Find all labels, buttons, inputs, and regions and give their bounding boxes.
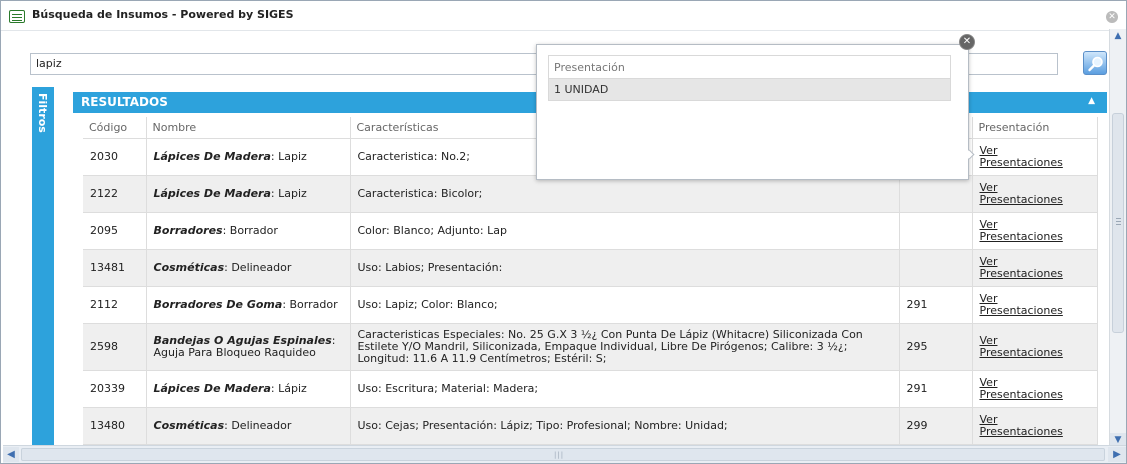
name-text: Lapiz bbox=[278, 149, 307, 163]
number-cell: 299 bbox=[899, 407, 973, 445]
scroll-right-icon[interactable]: ▶ bbox=[1108, 447, 1126, 462]
name-text: Lápiz bbox=[278, 381, 307, 395]
category-text: Cosméticas bbox=[153, 260, 225, 274]
title-bar: Búsqueda de Insumos - Powered by SIGES ✕ bbox=[1, 1, 1126, 31]
horizontal-scrollbar[interactable]: ◀ ||| ▶ bbox=[3, 445, 1126, 463]
window-title: Búsqueda de Insumos - Powered by SIGES bbox=[32, 8, 294, 21]
view-presentations-link[interactable]: Ver Presentaciones bbox=[980, 255, 1063, 280]
chevron-up-icon[interactable]: ▲ bbox=[1088, 96, 1095, 106]
filters-tab[interactable]: Filtros bbox=[32, 87, 54, 445]
table-row[interactable]: 2095 Borradores: Borrador Color: Blanco;… bbox=[83, 212, 1098, 250]
scroll-left-icon[interactable]: ◀ bbox=[3, 447, 19, 462]
category-text: Lápices De Madera bbox=[153, 381, 271, 395]
view-presentations-link[interactable]: Ver Presentaciones bbox=[980, 218, 1063, 243]
presentation-cell: Ver Presentaciones bbox=[972, 212, 1098, 250]
window-icon bbox=[9, 10, 25, 23]
presentation-cell: Ver Presentaciones bbox=[972, 138, 1098, 176]
table-row[interactable]: 13480 Cosméticas: Delineador Uso: Cejas;… bbox=[83, 407, 1098, 445]
window-close-icon[interactable]: ✕ bbox=[1106, 11, 1118, 23]
magnifier-icon bbox=[1088, 56, 1103, 72]
name-text: Delineador bbox=[231, 260, 292, 274]
number-cell bbox=[899, 175, 973, 213]
number-cell: 291 bbox=[899, 370, 973, 408]
characteristics-cell: Uso: Escritura; Material: Madera; bbox=[350, 370, 900, 408]
code-cell: 13481 bbox=[83, 249, 147, 287]
horizontal-scroll-thumb[interactable]: ||| bbox=[21, 448, 1105, 461]
name-text: Lapiz bbox=[278, 186, 307, 200]
view-presentations-link[interactable]: Ver Presentaciones bbox=[980, 376, 1063, 401]
code-cell: 2122 bbox=[83, 175, 147, 213]
view-presentations-link[interactable]: Ver Presentaciones bbox=[980, 413, 1063, 438]
number-cell: 295 bbox=[899, 323, 973, 371]
popup-row[interactable]: 1 UNIDAD bbox=[548, 78, 951, 101]
name-text: Delineador bbox=[231, 418, 292, 432]
name-cell: Lápices De Madera: Lapiz bbox=[146, 175, 351, 213]
category-text: Borradores bbox=[153, 223, 223, 237]
presentation-value: 1 UNIDAD bbox=[548, 78, 951, 101]
search-button[interactable] bbox=[1083, 51, 1107, 75]
code-cell: 2112 bbox=[83, 286, 147, 324]
column-header[interactable]: Nombre bbox=[146, 117, 351, 139]
category-text: Cosméticas bbox=[153, 418, 225, 432]
characteristics-cell: Uso: Lapiz; Color: Blanco; bbox=[350, 286, 900, 324]
category-text: Lápices De Madera bbox=[153, 149, 271, 163]
characteristics-cell: Caracteristica: Bicolor; bbox=[350, 175, 900, 213]
name-text: Borrador bbox=[229, 223, 278, 237]
characteristics-cell: Caracteristicas Especiales: No. 25 G.X 3… bbox=[350, 323, 900, 371]
table-row[interactable]: 2122 Lápices De Madera: Lapiz Caracteris… bbox=[83, 175, 1098, 213]
view-presentations-link[interactable]: Ver Presentaciones bbox=[980, 292, 1063, 317]
code-cell: 20339 bbox=[83, 370, 147, 408]
presentation-cell: Ver Presentaciones bbox=[972, 175, 1098, 213]
results-title: RESULTADOS bbox=[81, 95, 168, 109]
column-header[interactable]: Código bbox=[83, 117, 147, 139]
presentation-cell: Ver Presentaciones bbox=[972, 370, 1098, 408]
characteristics-cell: Uso: Cejas; Presentación: Lápiz; Tipo: P… bbox=[350, 407, 900, 445]
scroll-up-icon[interactable]: ▲ bbox=[1110, 29, 1126, 43]
characteristics-cell: Uso: Labios; Presentación: bbox=[350, 249, 900, 287]
filters-label: Filtros bbox=[36, 93, 49, 133]
name-text: Aguja Para Bloqueo Raquideo bbox=[153, 345, 316, 359]
number-cell bbox=[899, 249, 973, 287]
table-row[interactable]: 13481 Cosméticas: Delineador Uso: Labios… bbox=[83, 249, 1098, 287]
category-text: Borradores De Goma bbox=[153, 297, 283, 311]
code-cell: 2030 bbox=[83, 138, 147, 176]
view-presentations-link[interactable]: Ver Presentaciones bbox=[980, 144, 1063, 169]
presentations-table: Presentación 1 UNIDAD bbox=[548, 55, 951, 101]
code-cell: 2095 bbox=[83, 212, 147, 250]
characteristics-cell: Color: Blanco; Adjunto: Lap bbox=[350, 212, 900, 250]
name-cell: Lápices De Madera: Lápiz bbox=[146, 370, 351, 408]
vertical-scrollbar[interactable]: ▲ ▼ bbox=[1109, 29, 1126, 447]
code-cell: 2598 bbox=[83, 323, 147, 371]
name-cell: Cosméticas: Delineador bbox=[146, 249, 351, 287]
name-cell: Borradores: Borrador bbox=[146, 212, 351, 250]
number-cell: 291 bbox=[899, 286, 973, 324]
name-text: Borrador bbox=[289, 297, 338, 311]
name-cell: Lápices De Madera: Lapiz bbox=[146, 138, 351, 176]
presentation-cell: Ver Presentaciones bbox=[972, 323, 1098, 371]
presentation-cell: Ver Presentaciones bbox=[972, 249, 1098, 287]
presentations-popup: Presentación 1 UNIDAD bbox=[536, 44, 969, 180]
dialog-window: Búsqueda de Insumos - Powered by SIGES ✕… bbox=[0, 0, 1127, 464]
table-row[interactable]: 2598 Bandejas O Agujas Espinales: Aguja … bbox=[83, 323, 1098, 371]
name-cell: Bandejas O Agujas Espinales: Aguja Para … bbox=[146, 323, 351, 371]
presentation-cell: Ver Presentaciones bbox=[972, 286, 1098, 324]
popup-header-row: Presentación bbox=[548, 55, 951, 79]
table-row[interactable]: 20339 Lápices De Madera: Lápiz Uso: Escr… bbox=[83, 370, 1098, 408]
category-text: Lápices De Madera bbox=[153, 186, 271, 200]
view-presentations-link[interactable]: Ver Presentaciones bbox=[980, 181, 1063, 206]
presentation-cell: Ver Presentaciones bbox=[972, 407, 1098, 445]
number-cell bbox=[899, 212, 973, 250]
name-cell: Borradores De Goma: Borrador bbox=[146, 286, 351, 324]
popup-close-icon[interactable]: ✕ bbox=[959, 34, 975, 50]
column-header[interactable]: Presentación bbox=[972, 117, 1098, 139]
table-row[interactable]: 2112 Borradores De Goma: Borrador Uso: L… bbox=[83, 286, 1098, 324]
view-presentations-link[interactable]: Ver Presentaciones bbox=[980, 334, 1063, 359]
code-cell: 13480 bbox=[83, 407, 147, 445]
name-cell: Cosméticas: Delineador bbox=[146, 407, 351, 445]
vertical-scroll-thumb[interactable] bbox=[1112, 113, 1124, 333]
popup-column-header[interactable]: Presentación bbox=[548, 55, 951, 79]
